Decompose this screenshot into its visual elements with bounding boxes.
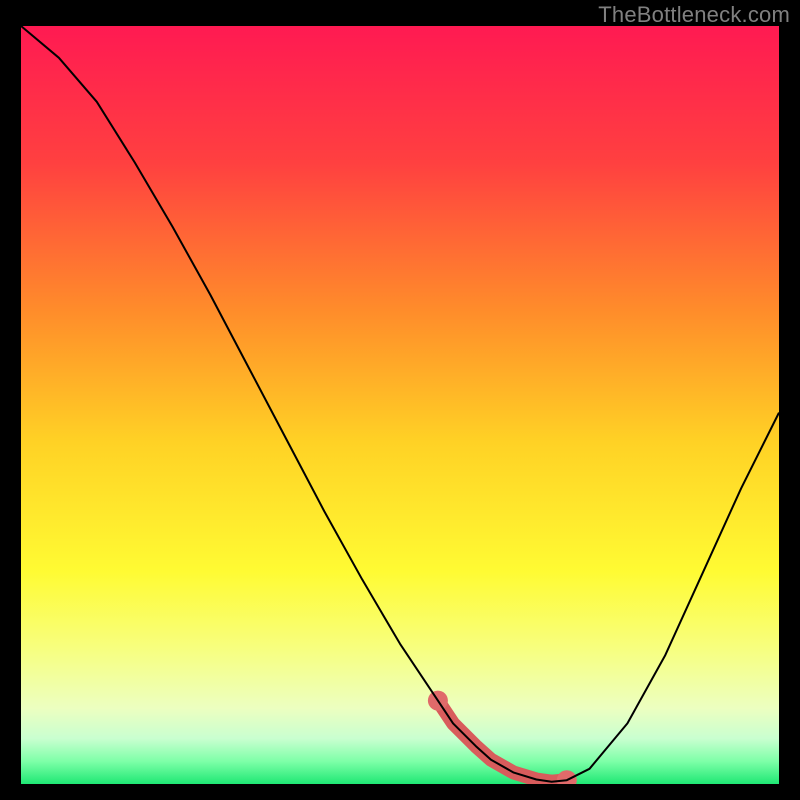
plot-area [21, 26, 779, 784]
gradient-background [21, 26, 779, 784]
chart-svg [21, 26, 779, 784]
chart-stage: TheBottleneck.com [0, 0, 800, 800]
watermark-text: TheBottleneck.com [598, 2, 790, 28]
